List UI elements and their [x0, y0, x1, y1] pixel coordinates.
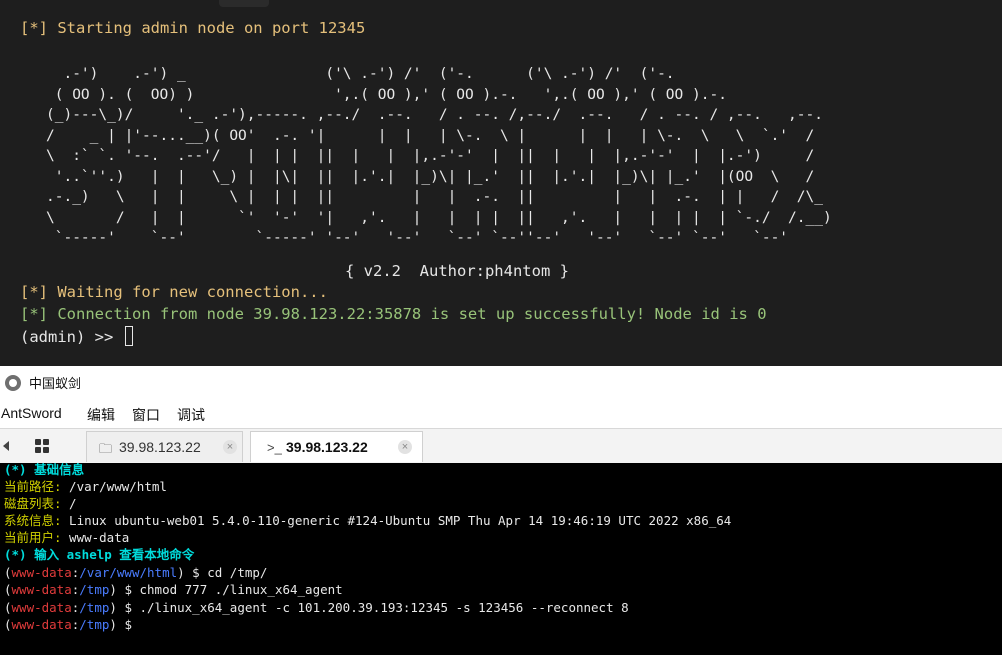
admin-prompt: (admin) >> — [20, 328, 123, 346]
menu-antsword[interactable]: AntSword — [1, 405, 62, 421]
waiting-message: [*] Waiting for new connection... — [20, 283, 328, 301]
command-line: (www-data:/tmp) $ ./linux_x64_agent -c 1… — [4, 600, 629, 615]
close-icon[interactable]: × — [223, 440, 237, 454]
terminal-tab-stub — [219, 0, 269, 7]
title-bar: 中国蚁剑 — [0, 366, 1002, 398]
tab-terminal[interactable]: >_ 39.98.123.22 × — [250, 431, 423, 462]
basic-info-header: (*) 基础信息 — [4, 463, 85, 477]
command-prompt[interactable]: (www-data:/tmp) $ — [4, 616, 132, 633]
info-line-user: 当前用户: www-data — [4, 530, 130, 545]
ascii-banner: .-') .-') _ ('\ .-') /' ('-. ('\ .-') /'… — [46, 66, 832, 246]
cursor — [124, 326, 133, 346]
home-tab[interactable] — [14, 432, 72, 460]
admin-terminal[interactable]: [*] Starting admin node on port 12345 .-… — [0, 0, 1002, 366]
webshell-terminal[interactable]: (*) 基础信息 当前路径: /var/www/html 磁盘列表: / 系统信… — [0, 463, 1002, 655]
command-line: (www-data:/tmp) $ chmod 777 ./linux_x64_… — [4, 582, 343, 597]
grid-icon — [35, 439, 49, 453]
version-signature: { v2.2 Author:ph4ntom } — [345, 262, 569, 280]
command-line: (www-data:/var/www/html) $ cd /tmp/ — [4, 565, 268, 580]
app-title: 中国蚁剑 — [29, 376, 82, 391]
menu-window[interactable]: 窗口 — [132, 405, 160, 425]
info-line-path: 当前路径: /var/www/html — [4, 479, 167, 494]
scroll-left-icon[interactable] — [3, 441, 9, 451]
menu-bar: AntSword 编辑 窗口 调试 — [0, 402, 1002, 426]
tab-label: 39.98.123.22 — [119, 439, 201, 455]
close-icon[interactable]: × — [398, 440, 412, 454]
antsword-window: 中国蚁剑 AntSword 编辑 窗口 调试 🗀 39.98.123.22 × … — [0, 366, 1002, 655]
start-message: [*] Starting admin node on port 12345 — [20, 19, 366, 37]
terminal-icon: >_ — [267, 440, 282, 455]
info-line-system: 系统信息: Linux ubuntu-web01 5.4.0-110-gener… — [4, 513, 732, 528]
menu-edit[interactable]: 编辑 — [87, 405, 115, 425]
help-header: (*) 输入 ashelp 查看本地命令 — [4, 547, 195, 562]
info-line-disks: 磁盘列表: / — [4, 496, 77, 511]
tab-label: 39.98.123.22 — [286, 439, 368, 455]
tab-file-manager[interactable]: 🗀 39.98.123.22 × — [86, 431, 243, 462]
admin-prompt-line[interactable]: (admin) >> — [20, 326, 133, 347]
antsword-logo-icon — [5, 375, 21, 391]
connection-message: [*] Connection from node 39.98.123.22:35… — [20, 305, 767, 323]
menu-debug[interactable]: 调试 — [177, 405, 205, 425]
tab-bar: 🗀 39.98.123.22 × >_ 39.98.123.22 × — [0, 428, 1002, 464]
folder-icon: 🗀 — [99, 441, 113, 456]
